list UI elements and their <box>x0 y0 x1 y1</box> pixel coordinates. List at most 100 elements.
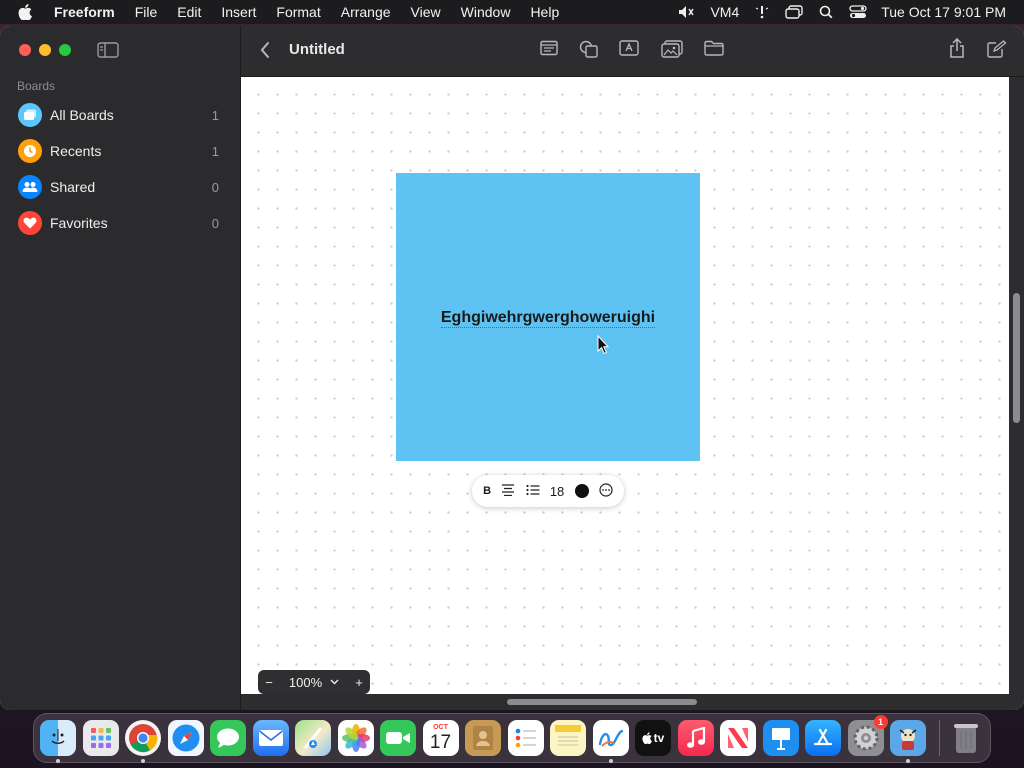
sidebar: Boards All Boards 1 Recents 1 Shared 0 F… <box>0 26 241 710</box>
sidebar-item-all-boards[interactable]: All Boards 1 <box>10 97 232 133</box>
people-icon <box>18 175 42 199</box>
window-controls <box>19 44 71 56</box>
sticky-note-text[interactable]: Eghgiwehrgwerghoweruighi <box>440 309 656 328</box>
horizontal-scrollbar[interactable] <box>241 694 1024 710</box>
mouse-pointer-icon <box>597 334 610 359</box>
media-icon[interactable] <box>661 40 683 58</box>
zoom-level-dropdown[interactable]: 100% <box>280 675 348 690</box>
contacts-icon[interactable] <box>465 720 501 756</box>
sidebar-item-label: Recents <box>50 143 102 159</box>
menu-window[interactable]: Window <box>461 4 511 20</box>
sticky-note[interactable]: Eghgiwehrgwerghoweruighi <box>396 173 700 461</box>
window-switch-icon[interactable] <box>785 0 803 24</box>
mail-icon[interactable] <box>252 720 289 756</box>
text-color-swatch[interactable] <box>574 484 589 498</box>
menu-arrange[interactable]: Arrange <box>341 4 391 20</box>
align-center-icon[interactable] <box>501 483 515 499</box>
trash-icon[interactable] <box>948 720 984 756</box>
more-options-icon[interactable] <box>599 482 613 500</box>
all-boards-icon <box>18 103 42 127</box>
music-icon[interactable] <box>677 720 714 756</box>
mute-icon[interactable] <box>678 0 695 24</box>
dock: OCT 17 tv 1 <box>33 713 991 763</box>
back-chevron-icon[interactable] <box>259 41 271 64</box>
menu-help[interactable]: Help <box>530 4 559 20</box>
menu-format[interactable]: Format <box>276 4 320 20</box>
sidebar-item-count: 0 <box>211 179 219 195</box>
sidebar-item-favorites[interactable]: Favorites 0 <box>10 205 232 241</box>
vertical-scroll-thumb[interactable] <box>1013 293 1020 423</box>
sidebar-item-label: All Boards <box>50 107 114 123</box>
text-format-bar: B 18 <box>472 475 624 507</box>
minimize-window-button[interactable] <box>39 44 51 56</box>
reminders-icon[interactable] <box>507 720 544 756</box>
share-icon[interactable] <box>948 38 966 58</box>
photos-icon[interactable] <box>337 720 374 756</box>
sidebar-item-count: 1 <box>211 107 219 123</box>
menu-file[interactable]: File <box>135 4 158 20</box>
menu-edit[interactable]: Edit <box>177 4 201 20</box>
calendar-day: 17 <box>429 731 452 753</box>
heart-icon <box>18 211 42 235</box>
menu-view[interactable]: View <box>411 4 441 20</box>
apple-tv-icon[interactable]: tv <box>635 720 671 756</box>
notes-icon[interactable] <box>550 720 586 756</box>
freeform-window: Boards All Boards 1 Recents 1 Shared 0 F… <box>0 26 1024 710</box>
window-toolbar: Untitled <box>241 26 1024 77</box>
sidebar-item-label: Shared <box>50 179 96 195</box>
text-box-icon[interactable] <box>619 40 639 56</box>
settings-notification-badge: 1 <box>873 715 888 729</box>
horizontal-scroll-thumb[interactable] <box>507 699 697 705</box>
font-size-value[interactable]: 18 <box>550 484 564 499</box>
sidebar-item-recents[interactable]: Recents 1 <box>10 133 232 169</box>
zoom-level-value: 100% <box>288 674 323 690</box>
board-canvas[interactable]: Eghgiwehrgwerghoweruighi B 18 − 100% + <box>241 77 1009 694</box>
game-app-icon[interactable] <box>890 720 926 763</box>
close-window-button[interactable] <box>19 44 31 56</box>
sticky-note-icon[interactable] <box>540 40 558 56</box>
board-title[interactable]: Untitled <box>289 41 345 58</box>
folder-icon[interactable] <box>704 40 724 56</box>
bold-button[interactable]: B <box>483 485 491 497</box>
sidebar-list: All Boards 1 Recents 1 Shared 0 Favorite… <box>10 97 232 241</box>
launchpad-icon[interactable] <box>82 720 119 756</box>
freeform-app-icon[interactable] <box>592 720 629 763</box>
control-center-icon[interactable] <box>849 0 867 24</box>
menu-app-name[interactable]: Freeform <box>54 4 115 20</box>
news-icon[interactable] <box>720 720 756 756</box>
sidebar-item-count: 1 <box>211 143 219 159</box>
menu-bar: Freeform File Edit Insert Format Arrange… <box>0 0 1024 24</box>
menubar-clock[interactable]: Tue Oct 17 9:01 PM <box>881 0 1006 24</box>
zoom-in-button[interactable]: + <box>348 675 370 690</box>
wifi-off-icon[interactable] <box>755 0 769 24</box>
bulleted-list-icon[interactable] <box>525 484 540 499</box>
zoom-control: − 100% + <box>258 670 370 694</box>
safari-icon[interactable] <box>167 720 204 756</box>
dock-separator <box>938 720 940 756</box>
apple-menu-icon[interactable] <box>18 4 36 20</box>
sidebar-section-title: Boards <box>17 79 56 93</box>
zoom-out-button[interactable]: − <box>258 675 280 690</box>
sidebar-item-shared[interactable]: Shared 0 <box>10 169 232 205</box>
app-store-icon[interactable] <box>805 720 841 756</box>
sidebar-toggle-icon[interactable] <box>97 42 119 63</box>
shapes-icon[interactable] <box>579 40 599 58</box>
clock-icon <box>18 139 42 163</box>
messages-icon[interactable] <box>210 720 246 756</box>
finder-icon[interactable] <box>40 720 76 763</box>
zoom-window-button[interactable] <box>59 44 71 56</box>
apple-tv-label: tv <box>653 731 665 745</box>
system-settings-icon[interactable]: 1 <box>847 715 888 756</box>
facetime-icon[interactable] <box>380 720 416 756</box>
maps-icon[interactable] <box>295 720 331 756</box>
spotlight-search-icon[interactable] <box>819 0 833 24</box>
chevron-down-icon <box>330 679 339 685</box>
vm-status-label[interactable]: VM4 <box>710 0 739 24</box>
calendar-month: OCT <box>433 723 448 731</box>
calendar-icon[interactable]: OCT 17 <box>422 720 459 756</box>
chrome-icon[interactable] <box>125 720 161 763</box>
vertical-scrollbar[interactable] <box>1009 77 1024 694</box>
menu-insert[interactable]: Insert <box>221 4 256 20</box>
keynote-icon[interactable] <box>762 720 799 756</box>
new-board-icon[interactable] <box>987 40 1007 58</box>
